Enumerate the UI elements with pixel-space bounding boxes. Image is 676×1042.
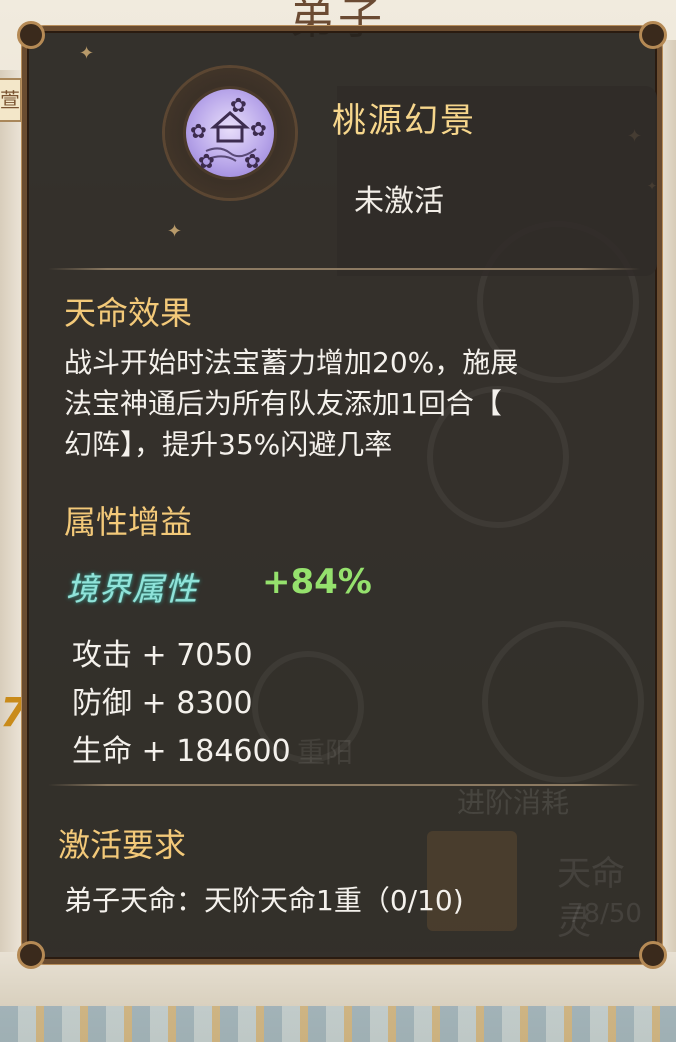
corner-ornament — [17, 21, 45, 49]
realm-attr-value: +84% — [262, 562, 372, 602]
sparkle-icon: ✦ — [167, 221, 183, 242]
background-bottom-band — [0, 1006, 676, 1042]
activation-requirement-title: 激活要求 — [58, 826, 187, 864]
blossom-icon: ✿ — [244, 149, 261, 173]
stat-health: 生命 + 184600 — [72, 734, 291, 769]
stat-defense: 防御 + 8300 — [72, 686, 253, 721]
sparkle-icon: ✦ — [79, 43, 95, 64]
background-ghost-item-label: 天命灵 — [557, 854, 625, 943]
fate-effect-line: 幻阵】，提升35%闪避几率 — [64, 428, 393, 461]
blossom-icon: ✿ — [230, 93, 247, 117]
blossom-icon: ✿ — [190, 119, 207, 143]
skill-icon-frame: ✿ ✿ ✿ ✿ ✿ — [165, 68, 295, 198]
background-ghost-label: 进阶消耗 — [457, 786, 570, 819]
section-divider — [48, 268, 640, 270]
stat-attack: 攻击 + 7050 — [72, 638, 253, 673]
background-ghost-emblem — [482, 621, 644, 783]
peach-blossom-pavilion-icon: ✿ ✿ ✿ ✿ ✿ — [183, 86, 277, 180]
fate-effect-title: 天命效果 — [64, 294, 193, 332]
corner-ornament — [639, 941, 667, 969]
skill-name: 桃源幻景 — [332, 101, 476, 141]
section-divider — [48, 784, 640, 786]
activation-requirement-text: 弟子天命：天阶天命1重（0/10) — [64, 884, 464, 917]
realm-attr-label: 境界属性 — [66, 570, 199, 608]
blossom-icon: ✿ — [250, 117, 267, 141]
background-ghost-item-count: 78/50 — [567, 899, 642, 929]
attr-bonus-title: 属性增益 — [64, 503, 193, 541]
background-ghost-text: 重阳 — [297, 736, 354, 769]
background-left-tag[interactable]: 萱 — [0, 78, 22, 122]
corner-ornament — [639, 21, 667, 49]
corner-ornament — [17, 941, 45, 969]
fate-effect-line: 法宝神通后为所有队友添加1回合【 — [64, 387, 502, 420]
fate-effect-description: 战斗开始时法宝蓄力增加20%，施展 法宝神通后为所有队友添加1回合【 幻阵】，提… — [64, 342, 518, 465]
blossom-icon: ✿ — [198, 149, 215, 173]
fate-effect-line: 战斗开始时法宝蓄力增加20%，施展 — [64, 346, 519, 379]
skill-status: 未激活 — [354, 184, 444, 219]
